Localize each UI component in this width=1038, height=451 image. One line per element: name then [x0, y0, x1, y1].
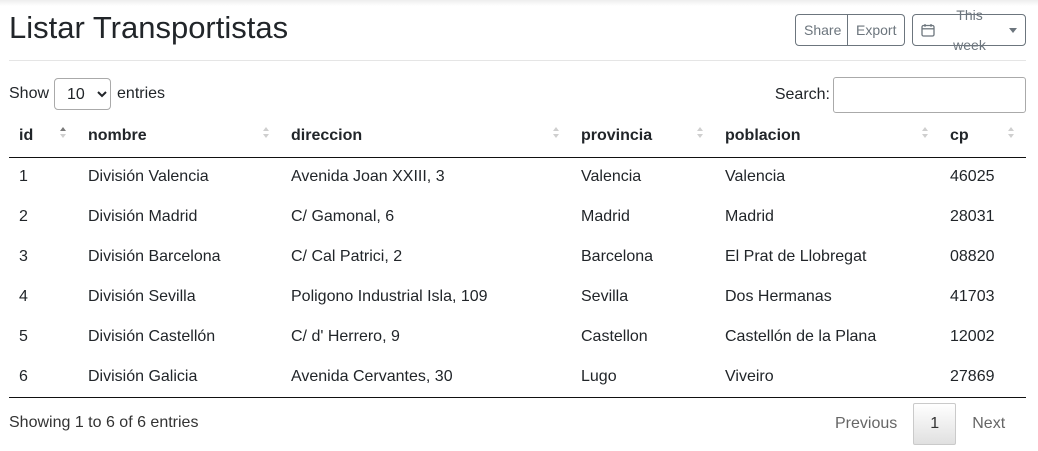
- column-header-label: nombre: [88, 127, 147, 145]
- column-header-id[interactable]: id: [9, 116, 78, 158]
- cell-id: 6: [9, 357, 78, 398]
- cell-cp: 27869: [940, 357, 1026, 398]
- sort-asc-icon: [60, 127, 66, 138]
- table-header-row: id nombre direccion provincia poblacion: [9, 116, 1026, 158]
- cell-direccion: C/ Gamonal, 6: [291, 208, 395, 225]
- cell-cp: 08820: [950, 248, 995, 265]
- cell-direccion: Poligono Industrial Isla, 109: [291, 288, 488, 305]
- cell-poblacion: El Prat de Llobregat: [725, 248, 867, 265]
- column-header-poblacion[interactable]: poblacion: [715, 116, 940, 158]
- cell-direccion: Avenida Joan XXIII, 3: [291, 168, 445, 186]
- cell-poblacion: Madrid: [725, 208, 774, 225]
- cell-poblacion: Valencia: [725, 168, 786, 186]
- cell-id: 2: [19, 208, 28, 225]
- sort-icon: [697, 127, 703, 138]
- cell-provincia: Sevilla: [581, 288, 629, 305]
- page-button-current[interactable]: 1: [913, 403, 957, 445]
- table-row: 4 División Sevilla Poligono Industrial I…: [9, 277, 1026, 317]
- entries-length-control: Show 10 entries: [9, 78, 165, 110]
- page: Listar Transportistas Share Export This …: [0, 0, 1038, 451]
- sort-icon: [922, 127, 928, 138]
- search-label: Search:: [774, 86, 830, 103]
- cell-nombre: División Galicia: [78, 357, 281, 398]
- column-header-label: poblacion: [725, 127, 801, 145]
- caret-down-icon: [1009, 27, 1017, 33]
- show-label: Show: [9, 85, 50, 102]
- cell-provincia: Lugo: [571, 357, 715, 398]
- cell-direccion: Avenida Cervantes, 30: [281, 357, 571, 398]
- column-header-provincia[interactable]: provincia: [571, 116, 715, 158]
- calendar-icon: [921, 24, 935, 37]
- cell-nombre: División Madrid: [88, 208, 198, 225]
- page-title: Listar Transportistas: [9, 10, 289, 45]
- column-header-direccion[interactable]: direccion: [281, 116, 571, 158]
- cell-provincia: Castellon: [581, 328, 648, 345]
- sort-icon: [263, 127, 269, 138]
- export-button[interactable]: Export: [848, 14, 905, 46]
- cell-direccion: C/ Cal Patrici, 2: [291, 248, 403, 265]
- table-row: 2 División Madrid C/ Gamonal, 6 Madrid M…: [9, 197, 1026, 237]
- cell-cp: 41703: [950, 288, 995, 305]
- period-label: This week: [953, 7, 986, 53]
- cell-id: 1: [19, 168, 28, 186]
- cell-cp: 28031: [950, 208, 995, 225]
- toolbar-button-group: Share Export: [795, 14, 905, 46]
- search-input[interactable]: [833, 77, 1026, 113]
- column-header-label: cp: [950, 127, 969, 145]
- table-row: 1 División Valencia Avenida Joan XXIII, …: [9, 157, 1026, 197]
- cell-id: 3: [19, 248, 28, 265]
- cell-poblacion: Castellón de la Plana: [725, 328, 877, 345]
- search-control: Search:: [775, 77, 1026, 113]
- table-row: 3 División Barcelona C/ Cal Patrici, 2 B…: [9, 237, 1026, 277]
- cell-poblacion: Viveiro: [715, 357, 940, 398]
- cell-provincia: Barcelona: [581, 248, 654, 265]
- entries-select[interactable]: 10: [54, 78, 112, 110]
- period-dropdown-button[interactable]: This week: [912, 7, 1026, 53]
- table-info: Showing 1 to 6 of 6 entries: [9, 414, 199, 431]
- sort-icon: [1008, 127, 1014, 138]
- cell-nombre: División Barcelona: [88, 248, 221, 265]
- sort-icon: [553, 127, 559, 138]
- column-header-label: provincia: [581, 127, 653, 145]
- cell-cp: 12002: [950, 328, 995, 345]
- cell-poblacion: Dos Hermanas: [725, 288, 832, 305]
- previous-page-button[interactable]: Previous: [821, 403, 911, 445]
- transportistas-table: id nombre direccion provincia poblacion: [9, 116, 1026, 398]
- cell-nombre: División Valencia: [88, 168, 209, 186]
- column-header-label: direccion: [291, 127, 363, 145]
- cell-id: 4: [19, 288, 28, 305]
- table-row: 6 División Galicia Avenida Cervantes, 30…: [9, 357, 1026, 398]
- entries-label: entries: [117, 85, 166, 102]
- share-button[interactable]: Share: [795, 14, 848, 46]
- cell-nombre: División Castellón: [88, 328, 216, 345]
- cell-id: 5: [19, 328, 28, 345]
- header-divider: [9, 60, 1026, 61]
- cell-nombre: División Sevilla: [88, 288, 196, 305]
- cell-direccion: C/ d' Herrero, 9: [291, 328, 400, 345]
- column-header-nombre[interactable]: nombre: [78, 116, 281, 158]
- cell-provincia: Valencia: [581, 168, 642, 186]
- column-header-cp[interactable]: cp: [940, 116, 1026, 158]
- top-shadow: [0, 0, 1038, 6]
- pagination: Previous 1 Next: [821, 403, 1019, 445]
- next-page-button[interactable]: Next: [958, 403, 1019, 445]
- cell-provincia: Madrid: [581, 208, 630, 225]
- column-header-label: id: [19, 127, 34, 145]
- table-row: 5 División Castellón C/ d' Herrero, 9 Ca…: [9, 317, 1026, 357]
- cell-cp: 46025: [950, 168, 995, 186]
